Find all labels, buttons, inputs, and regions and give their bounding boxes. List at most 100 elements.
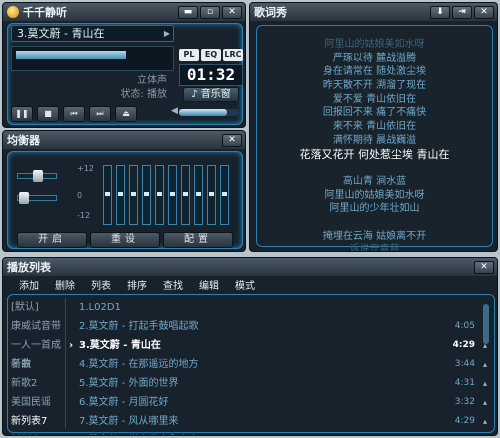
eject-button[interactable]: ⏏: [115, 106, 137, 122]
menu-item[interactable]: 删除: [47, 280, 83, 294]
playlist-list-item[interactable]: 康威试音带: [11, 317, 63, 336]
track-row[interactable]: 2.莫文蔚 - 打起手鼓唱起歌4:05▴: [69, 317, 487, 336]
close-button[interactable]: ✕: [474, 260, 494, 274]
track-title-display[interactable]: 3.莫文蔚 - 青山在 ▶: [11, 25, 174, 42]
next-button[interactable]: ⏭: [89, 106, 111, 122]
lyrics-titlebar[interactable]: 歌词秀 ⬇ ⇥ ✕: [250, 3, 497, 21]
volume-icon: ◀: [171, 106, 178, 116]
menu-item[interactable]: 编辑: [191, 280, 227, 294]
eq-reset-button[interactable]: 重设: [90, 232, 160, 248]
scroll-thumb[interactable]: [483, 304, 489, 344]
current-track-row[interactable]: › 3.莫文蔚 - 青山在 4:29 ▴: [69, 336, 487, 355]
track-title: 1.L02D1: [79, 302, 121, 313]
eq-band-knob[interactable]: [144, 192, 149, 196]
track-row[interactable]: 8.莫文蔚 - 半个月亮爬上来 3:35▴: [69, 431, 487, 435]
playlist-titlebar[interactable]: 播放列表 ✕: [3, 258, 497, 276]
eq-band-slider[interactable]: [194, 165, 203, 225]
eq-band-knob[interactable]: [183, 192, 188, 196]
eq-band-knob[interactable]: [222, 192, 227, 196]
now-playing-marker: ›: [69, 340, 74, 351]
menu-item[interactable]: 添加: [11, 280, 47, 294]
track-duration: 3:32: [454, 397, 475, 407]
lyric-line: 来不来 青山依旧在: [332, 121, 417, 133]
eq-band-slider[interactable]: [129, 165, 138, 225]
eq-band-knob[interactable]: [157, 192, 162, 196]
playlist-list-item[interactable]: 新歌2: [11, 374, 63, 393]
track-duration: 4:31: [454, 378, 475, 388]
menu-item[interactable]: 列表: [83, 280, 119, 294]
eq-band-knob[interactable]: [170, 192, 175, 196]
eq-band-slider[interactable]: [168, 165, 177, 225]
playlist-menubar: 添加 删除 列表 排序 查找 编辑 模式: [11, 280, 263, 294]
lyric-line: 满怀期待 晨战巍溢: [332, 134, 417, 146]
surround-knob[interactable]: [19, 192, 29, 204]
track-title: 6.莫文蔚 - 月圆花好: [79, 397, 169, 408]
menu-item[interactable]: 查找: [155, 280, 191, 294]
eq-band-slider[interactable]: [103, 165, 112, 225]
lyric-line: [257, 161, 492, 175]
lyrics-toggle-button[interactable]: LRC: [223, 49, 243, 61]
eq-band-slider[interactable]: [220, 165, 229, 225]
track-row[interactable]: 1.L02D1▴: [69, 298, 487, 317]
close-button[interactable]: ✕: [474, 5, 494, 19]
playlist-list-item[interactable]: [默认]: [11, 298, 63, 317]
close-button[interactable]: ✕: [222, 5, 242, 19]
playlist-list-item[interactable]: 新歌: [11, 355, 63, 374]
balance-knob[interactable]: [33, 170, 43, 182]
pause-button[interactable]: ❚❚: [11, 106, 33, 122]
lyric-line: [257, 216, 492, 230]
eq-config-button[interactable]: 配置: [163, 232, 233, 248]
music-window-button[interactable]: ♪ 音乐窗: [183, 87, 239, 102]
spectrum-display: [11, 46, 174, 71]
now-playing-marker: [69, 298, 79, 317]
eq-band-slider[interactable]: [142, 165, 151, 225]
mode-buttons: PL EQ LRC: [179, 49, 243, 61]
playlist-list-item[interactable]: 美国民谣: [11, 393, 63, 412]
eq-band-knob[interactable]: [209, 192, 214, 196]
track-row[interactable]: 6.莫文蔚 - 月圆花好 3:32 ▴: [69, 393, 487, 412]
download-icon[interactable]: ⬇: [430, 5, 450, 19]
eq-band-slider[interactable]: [155, 165, 164, 225]
playlist-title: 播放列表: [7, 261, 51, 274]
previous-button[interactable]: ⏮: [63, 106, 85, 122]
playlist-list-item[interactable]: 新列表7: [11, 412, 63, 431]
equalizer-toggle-button[interactable]: EQ: [201, 49, 221, 61]
player-window: 千千静听 ▬ ▫ ✕ 3.莫文蔚 - 青山在 ▶ 立体声 状态: 播放 PL E…: [2, 2, 246, 128]
eq-band-slider[interactable]: [207, 165, 216, 225]
volume-slider[interactable]: [179, 109, 239, 116]
playlist-list-item[interactable]: 新列表8: [11, 431, 63, 435]
column-divider: [65, 298, 66, 428]
lyric-line: 阿里山的姑娘美如水呀: [324, 39, 425, 50]
menu-item[interactable]: 排序: [119, 280, 155, 294]
equalizer-titlebar[interactable]: 均衡器 ✕: [3, 131, 245, 149]
lyrics-area[interactable]: 阿里山的姑娘美如水呀 严琢以待 麓战溢腾 身在请常在 随处激尘埃 昨天散不开 溯溜了现…: [256, 25, 493, 251]
status-label: 状态: 播放: [120, 89, 167, 100]
stop-button[interactable]: ■: [37, 106, 59, 122]
playlist-scrollbar[interactable]: [483, 298, 491, 428]
close-button[interactable]: ✕: [222, 133, 242, 147]
player-titlebar[interactable]: 千千静听 ▬ ▫ ✕: [3, 3, 245, 21]
eq-band-slider[interactable]: [116, 165, 125, 225]
minimize-button[interactable]: ▬: [178, 5, 198, 19]
menu-item[interactable]: 模式: [227, 280, 263, 294]
lyric-line: 爱不爱 青山依旧在: [332, 93, 417, 105]
eq-band-knob[interactable]: [131, 192, 136, 196]
track-row[interactable]: 7.莫文蔚 - 风从哪里来 4:29 ▴: [69, 412, 487, 431]
playlist-list-item[interactable]: 一人一首成名曲: [11, 336, 63, 370]
track-title: 4.莫文蔚 - 在那遥远的地方: [79, 359, 199, 370]
eq-band-knob[interactable]: [118, 192, 123, 196]
player-title: 千千静听: [23, 6, 67, 19]
track-row[interactable]: 5.莫文蔚 - 外面的世界 4:31 ▴: [69, 374, 487, 393]
eq-enable-button[interactable]: 开启: [17, 232, 87, 248]
lyric-line: 掩埋在云海 姑娘离不开: [322, 230, 427, 242]
eq-band-knob[interactable]: [196, 192, 201, 196]
pin-icon[interactable]: ⇥: [452, 5, 472, 19]
eq-band-knob[interactable]: [105, 192, 110, 196]
playlist-toggle-button[interactable]: PL: [179, 49, 199, 61]
lyric-line: 诉说守青苔: [349, 244, 400, 252]
eq-scale-mid: 0: [77, 191, 83, 200]
mini-mode-button[interactable]: ▫: [200, 5, 220, 19]
track-row[interactable]: 4.莫文蔚 - 在那遥远的地方 3:44 ▴: [69, 355, 487, 374]
track-title: 8.莫文蔚 - 半个月亮爬上来: [79, 431, 199, 435]
eq-band-slider[interactable]: [181, 165, 190, 225]
